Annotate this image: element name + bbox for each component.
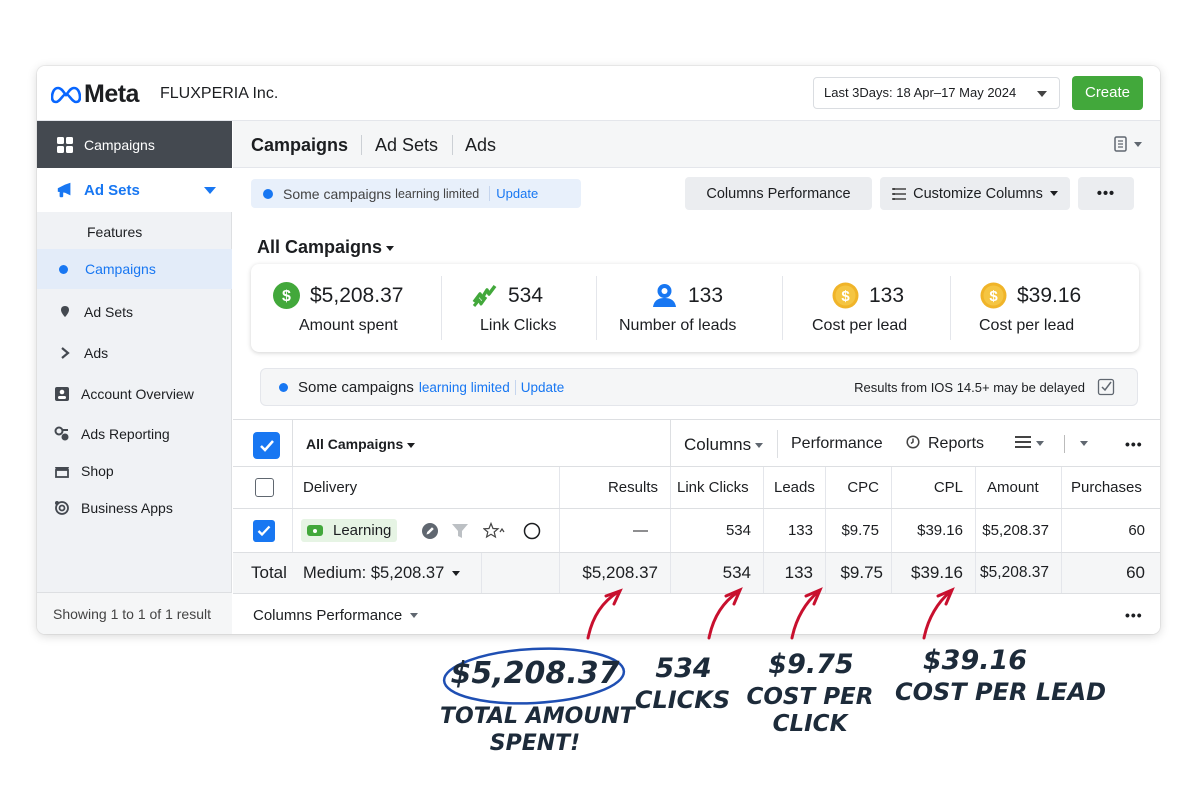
annotation-cpl-value: $39.16 bbox=[922, 645, 1028, 676]
annotation-total-caption: TOTAL AMOUNT bbox=[440, 704, 635, 729]
arrow-to-cpl bbox=[922, 590, 952, 640]
annotation-cpc-caption-2: CLICK bbox=[772, 711, 848, 737]
arrow-to-cpc bbox=[790, 590, 820, 640]
annotation-cpc-caption: COST PER bbox=[746, 684, 874, 710]
arrow-head bbox=[604, 588, 623, 606]
annotation-total-caption-2: SPENT! bbox=[489, 731, 581, 756]
arrow-to-link-clicks bbox=[707, 590, 740, 640]
annotation-cpc-value: $9.75 bbox=[768, 649, 854, 680]
annotation-total-value: $5,208.37 bbox=[450, 656, 620, 691]
annotation-cpl-caption: COST PER LEAD bbox=[895, 678, 1107, 706]
annotation-clicks-caption: CLICKS bbox=[634, 686, 731, 714]
annotation-clicks-value: 534 bbox=[655, 653, 712, 684]
arrow-to-total-amount bbox=[586, 590, 620, 640]
